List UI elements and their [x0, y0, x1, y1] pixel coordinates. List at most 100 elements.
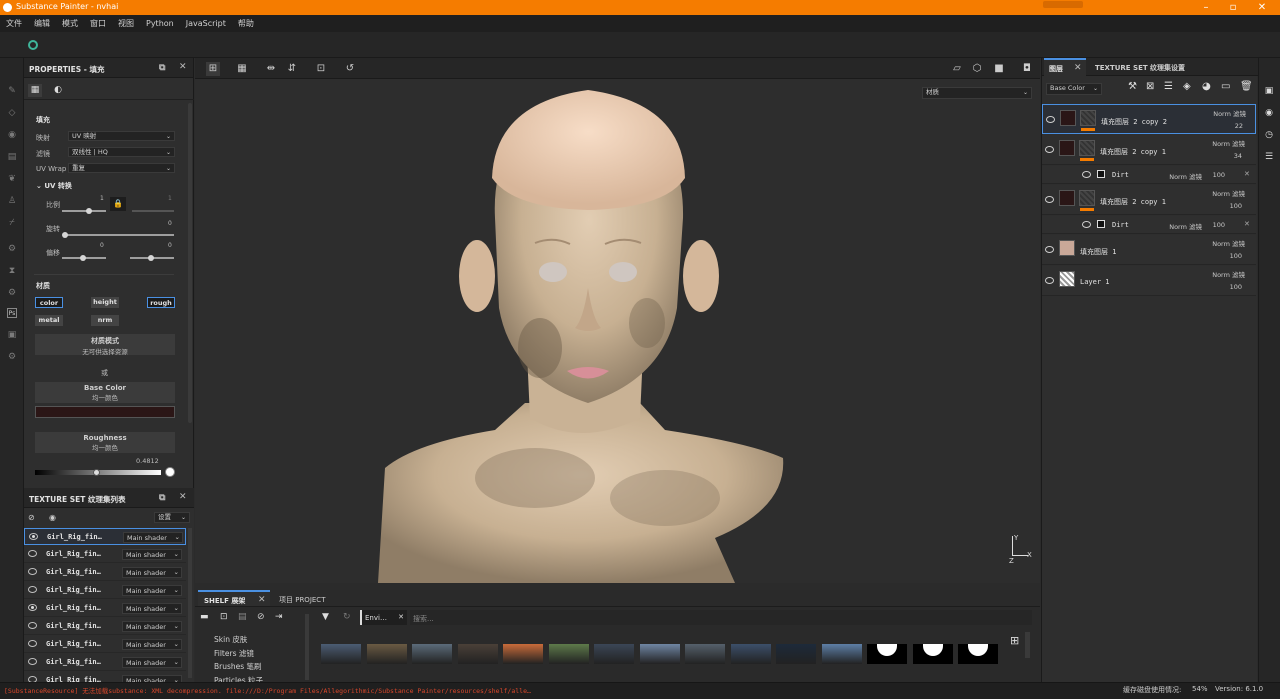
visibility-eye-icon[interactable]: [1045, 196, 1054, 203]
environment-filter-tag[interactable]: Envi… ✕: [360, 610, 407, 625]
add-effect-icon[interactable]: ⚒: [1128, 81, 1137, 92]
visibility-eye-icon[interactable]: [29, 533, 38, 540]
add-layer-icon[interactable]: ☰: [1164, 81, 1173, 92]
layer-opacity[interactable]: 100: [1222, 283, 1242, 291]
brush-alpha-thumbnail[interactable]: [867, 644, 907, 664]
environment-thumbnail[interactable]: [776, 644, 816, 664]
texture-set-scrollbar[interactable]: [188, 528, 192, 678]
categories-scrollbar[interactable]: [305, 614, 309, 680]
menu-view[interactable]: 视图: [112, 15, 140, 32]
polygon-fill-icon[interactable]: ▤: [7, 152, 17, 162]
cube-view-icon[interactable]: ⬡: [970, 62, 984, 76]
base-color-button[interactable]: Base Color 均一颜色: [35, 382, 175, 403]
plugin-gear-icon[interactable]: ⚙: [7, 288, 17, 298]
environment-thumbnail[interactable]: [639, 644, 680, 664]
grid-select-icon[interactable]: ⊞: [206, 62, 220, 76]
close-panel-icon[interactable]: ✕: [179, 492, 187, 502]
minimize-icon[interactable]: –: [1196, 1, 1216, 14]
smart-material-icon[interactable]: ◕: [1202, 81, 1211, 92]
layer-opacity[interactable]: 22: [1223, 122, 1243, 130]
layer-opacity[interactable]: 34: [1222, 152, 1242, 160]
float-panel-icon[interactable]: ⧉: [159, 63, 165, 73]
visibility-eye-icon[interactable]: [1082, 171, 1091, 178]
refresh-icon[interactable]: ↻: [343, 612, 351, 622]
photoshop-icon[interactable]: Ps: [7, 308, 17, 318]
environment-thumbnail[interactable]: [594, 644, 634, 664]
menu-edit[interactable]: 编辑: [28, 15, 56, 32]
uvwrap-select[interactable]: 重复 ⌄: [68, 163, 175, 173]
texture-set-row[interactable]: Girl_Rig_fin… Main shader ⌄: [24, 600, 186, 617]
channel-color-toggle[interactable]: color: [35, 297, 63, 308]
brush-alpha-thumbnail[interactable]: [912, 644, 953, 664]
project-tab[interactable]: 项目 PROJECT: [279, 595, 325, 605]
visibility-eye-icon[interactable]: [1082, 221, 1091, 228]
visibility-eye-icon[interactable]: [28, 586, 37, 593]
add-fill-layer-icon[interactable]: ◈: [1183, 81, 1191, 92]
scale-slider[interactable]: [62, 210, 106, 212]
environment-thumbnail[interactable]: [685, 644, 725, 664]
paint-brush-icon[interactable]: ✎: [7, 86, 17, 96]
roughness-button[interactable]: Roughness 均一颜色: [35, 432, 175, 453]
menu-python[interactable]: Python: [140, 16, 180, 31]
preferences-gear-icon[interactable]: ⚙: [7, 352, 17, 362]
visibility-eye-icon[interactable]: [28, 658, 37, 665]
reset-view-icon[interactable]: ↺: [343, 62, 357, 76]
sync-icon[interactable]: [28, 40, 38, 50]
roughness-picker-icon[interactable]: [165, 467, 175, 477]
close-layers-icon[interactable]: ✕: [1074, 63, 1082, 73]
roughness-slider-knob[interactable]: [92, 469, 100, 476]
remove-effect-icon[interactable]: ✕: [1244, 170, 1250, 178]
mask-thumbnail[interactable]: [1080, 110, 1096, 126]
layers-tab[interactable]: 图层 ✕: [1044, 58, 1086, 76]
shelf-scrollbar[interactable]: [1025, 632, 1030, 658]
uv-transform-section[interactable]: ⌄ UV 转换: [36, 181, 72, 191]
layer-row[interactable]: 填充图层 2 copy 1 Norm 滤镜 100: [1042, 185, 1256, 215]
layer-row[interactable]: Layer 1 Norm 滤镜 100: [1042, 266, 1256, 296]
maximize-icon[interactable]: ▫: [1223, 1, 1243, 14]
visibility-eye-icon[interactable]: [28, 622, 37, 629]
close-icon[interactable]: ✕: [1252, 1, 1272, 14]
environment-thumbnail[interactable]: [412, 644, 452, 664]
scale-slider-knob[interactable]: [86, 208, 92, 214]
rotate-slider-knob[interactable]: [62, 232, 68, 238]
environment-thumbnail[interactable]: [503, 644, 543, 664]
channel-rough-toggle[interactable]: rough: [147, 297, 175, 308]
mask-thumbnail[interactable]: [1079, 140, 1095, 156]
settings-gear-icon[interactable]: ⚙: [7, 244, 17, 254]
scale-slider-2[interactable]: [132, 210, 174, 212]
remove-effect-icon[interactable]: ✕: [1244, 220, 1250, 228]
mirror-x-icon[interactable]: ⇹: [264, 62, 278, 76]
environment-thumbnail[interactable]: [730, 644, 771, 664]
category-skin[interactable]: Skin 皮肤: [214, 633, 263, 647]
properties-scrollbar[interactable]: [188, 103, 192, 423]
layer-opacity[interactable]: 100: [1222, 252, 1242, 260]
mapping-select[interactable]: UV 映射 ⌄: [68, 131, 175, 141]
texture-set-row[interactable]: Girl_Rig_fin… Main shader ⌄: [24, 636, 186, 653]
material-tab-icon[interactable]: ◐: [51, 84, 65, 97]
delete-layer-icon[interactable]: 🗑: [1240, 81, 1253, 92]
mirror-y-icon[interactable]: ⇵: [285, 62, 299, 76]
shader-select[interactable]: Main shader ⌄: [122, 567, 182, 578]
video-camera-icon[interactable]: ■: [992, 62, 1006, 76]
shelf-search-input[interactable]: 搜索...: [410, 610, 1032, 625]
float-panel-icon[interactable]: ⧉: [159, 493, 165, 503]
shader-select[interactable]: Main shader ⌄: [123, 532, 183, 543]
clone-stamp-icon[interactable]: ♙: [7, 196, 17, 206]
environment-thumbnail[interactable]: [821, 644, 862, 664]
texture-set-settings-select[interactable]: 设置 ⌄: [154, 512, 190, 523]
blend-mode[interactable]: Norm 滤镜: [1205, 188, 1245, 198]
add-mask-icon[interactable]: ⊠: [1146, 81, 1154, 92]
eraser-icon[interactable]: ◇: [7, 108, 17, 118]
layer-row[interactable]: 填充图层 2 copy 2 Norm 滤镜 22: [1042, 104, 1256, 134]
display-settings-icon[interactable]: ▣: [1264, 86, 1274, 96]
log-icon[interactable]: ☰: [1264, 152, 1274, 162]
projection-icon[interactable]: ◉: [7, 130, 17, 140]
visibility-eye-icon[interactable]: [1045, 277, 1054, 284]
frame-icon[interactable]: ⊡: [314, 62, 328, 76]
menu-mode[interactable]: 模式: [56, 15, 84, 32]
menu-file[interactable]: 文件: [0, 15, 28, 32]
document-icon[interactable]: ▣: [7, 330, 17, 340]
shader-select[interactable]: Main shader ⌄: [122, 621, 182, 632]
offset-slider-knob-1[interactable]: [80, 255, 86, 261]
grid-view-icon[interactable]: ⊞: [1010, 635, 1022, 647]
